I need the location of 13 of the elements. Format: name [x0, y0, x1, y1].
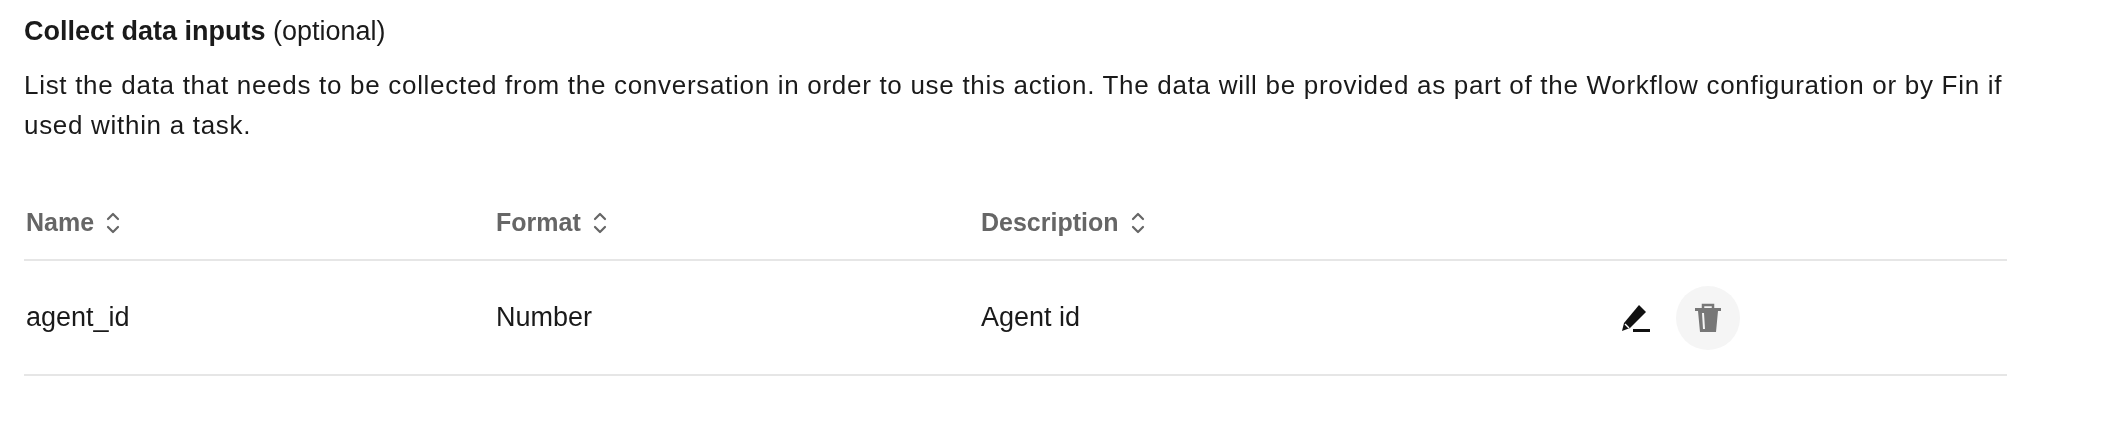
section-title: Collect data inputs (optional): [24, 15, 387, 48]
table-cell: agent_id: [26, 302, 130, 333]
sort-icon[interactable]: [1130, 211, 1145, 236]
table-cell: Agent id: [981, 302, 1081, 333]
trash-icon: [1694, 301, 1722, 334]
sort-icon[interactable]: [592, 211, 607, 236]
section-description: List the data that needs to be collected from the conversation in order to use this action. The data will be provided as part of the Workflow configuration or by Fin if used within a task.: [24, 69, 2004, 143]
column-header[interactable]: Description: [981, 204, 1119, 242]
column-header[interactable]: Format: [496, 204, 581, 242]
table-cell: Number: [496, 302, 593, 333]
column-header[interactable]: Name: [26, 204, 95, 242]
pencil-icon: [1619, 302, 1651, 333]
sort-icon[interactable]: [106, 211, 121, 236]
